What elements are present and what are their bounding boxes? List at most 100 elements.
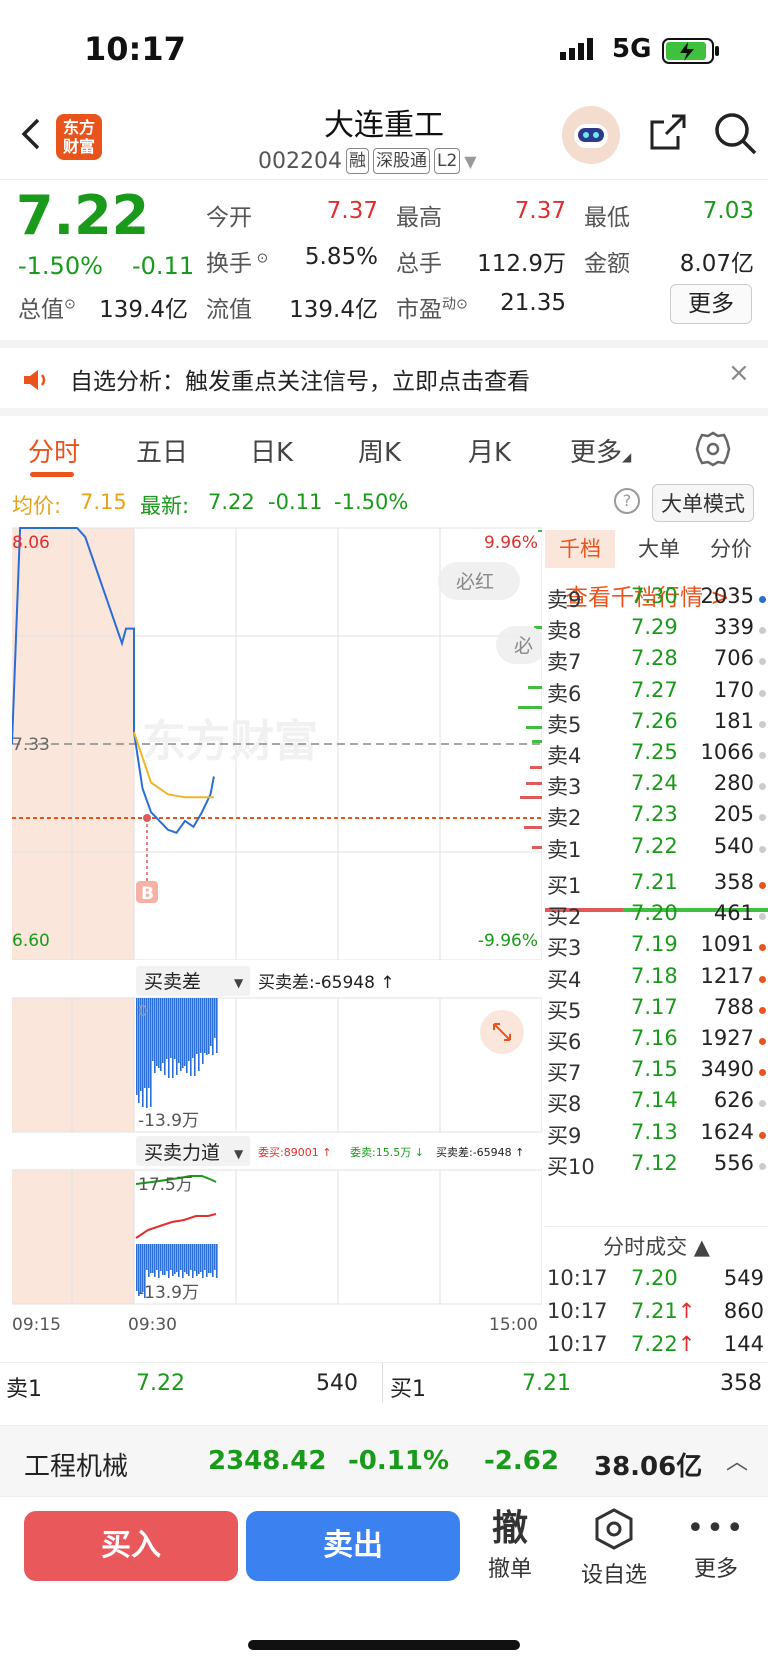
bid-price: 7.12: [631, 1150, 678, 1175]
dropdown-icon: ◢: [622, 450, 632, 464]
force-bar: [206, 1244, 208, 1277]
avg-label: 均价:: [12, 494, 62, 518]
search-icon[interactable]: [712, 110, 758, 156]
gear-icon[interactable]: [694, 430, 732, 468]
tag-margin: 融: [345, 148, 369, 174]
book-tab-big-order[interactable]: 大单: [629, 530, 689, 568]
force-bar: [168, 1244, 170, 1278]
tab-more[interactable]: 更多◢: [570, 432, 631, 469]
cancel-order-button[interactable]: 撤 撤单: [470, 1507, 550, 1583]
ask-volume: 205: [713, 802, 754, 827]
ask-price: 7.28: [631, 646, 678, 671]
force-bar: [202, 1244, 204, 1278]
trade-volume: 144: [723, 1332, 764, 1356]
svg-text:B: B: [141, 884, 154, 904]
value-turnover: 5.85%: [304, 244, 378, 270]
bid-price: 7.13: [631, 1119, 678, 1144]
buy-button[interactable]: 买入: [24, 1511, 238, 1581]
trade-volume: 860: [723, 1299, 764, 1323]
bid-row: 买2 7.20 461: [545, 901, 768, 932]
chevron-down-icon: ▼: [464, 151, 477, 171]
ask-order-dot: [759, 783, 766, 791]
stock-code-row[interactable]: 002204 融 深股通 L2 ▼: [258, 146, 477, 176]
force-bar: [190, 1244, 192, 1270]
bid-volume: 1091: [700, 932, 754, 957]
force-bar: [152, 1244, 154, 1273]
diff-bar: [202, 998, 204, 1064]
label-low: 最低: [584, 205, 630, 231]
pct-axis-bottom: -9.96%: [478, 931, 538, 951]
ask-price: 7.30: [631, 584, 678, 608]
ask-volume: 706: [713, 646, 754, 671]
tab-intraday[interactable]: 分时: [28, 432, 80, 469]
ask-level-label: 卖4: [547, 744, 582, 768]
more-actions-button[interactable]: ••• 更多: [676, 1507, 756, 1583]
bid-price: 7.21: [631, 870, 678, 894]
chevron-up-icon: ︿: [726, 1450, 749, 1475]
force-bar: [146, 1244, 148, 1270]
big-order-mode-button[interactable]: 大单模式: [652, 484, 754, 522]
sell-button[interactable]: 卖出: [246, 1511, 460, 1581]
bottom-buy-price: 7.21: [522, 1371, 571, 1396]
ask-volume: 339: [713, 615, 754, 640]
diff-bar: [154, 998, 156, 1073]
order-book: 千档 大单 分价 查看千档行情 > 卖9 7.30 2035 卖8 7.29 339 卖7 7…: [545, 526, 768, 1356]
diff-bar: [190, 998, 192, 1076]
stock-header: 东方 财富 大连重工 002204 融 深股通 L2 ▼: [0, 100, 768, 180]
tab-weekly-k[interactable]: 周K: [358, 432, 401, 469]
diff-bar: [210, 998, 212, 1046]
bid-row: 买7 7.15 3490: [545, 1057, 768, 1088]
ask-volume: 1066: [700, 740, 754, 764]
diff-bar: [162, 998, 164, 1063]
ask-price: 7.22: [631, 833, 678, 858]
bid-level-label: 买7: [547, 1061, 582, 1086]
panel2-value: 买卖差:-65948 ↑: [258, 973, 395, 993]
ask-volume: 280: [713, 771, 754, 796]
force-bar: [160, 1244, 162, 1271]
help-icon[interactable]: ?: [614, 488, 640, 514]
latest-label: 最新:: [140, 494, 190, 518]
bid-row: 买4 7.18 1217: [545, 964, 768, 995]
intraday-chart[interactable]: 东方财富 B 8.06 6.60 7.33 9.96% -9.96% 必红 必 …: [12, 526, 542, 1352]
ask-order-dot: [759, 658, 766, 666]
tab-five-day[interactable]: 五日: [136, 432, 188, 469]
sector-index: 2348.42: [208, 1446, 327, 1476]
notice-bar[interactable]: 自选分析：触发重点关注信号，立即点击查看 ×: [0, 340, 768, 408]
tab-daily-k[interactable]: 日K: [250, 432, 293, 469]
diff-bar: [184, 998, 186, 1066]
ask-price: 7.23: [631, 802, 678, 827]
watermark: 东方财富: [142, 716, 318, 767]
bid-volume: 358: [713, 870, 754, 894]
panel3-diff: 买卖差:-65948 ↑: [436, 1145, 524, 1159]
diff-bar: [178, 998, 180, 1063]
bid-order-dot: [759, 882, 766, 889]
latest-percent: -1.50%: [334, 490, 409, 514]
book-tab-depth[interactable]: 千档: [545, 530, 615, 568]
diff-bar: [216, 998, 218, 1053]
close-icon[interactable]: ×: [728, 358, 750, 388]
diff-bar: [158, 998, 160, 1068]
trade-row: 10:17 7.22↑ 144: [545, 1332, 768, 1363]
share-icon[interactable]: [646, 110, 690, 154]
diff-bar: [156, 998, 158, 1066]
assistant-robot-icon[interactable]: [562, 106, 620, 164]
bid-row: 买10 7.12 556: [545, 1151, 768, 1182]
tab-monthly-k[interactable]: 月K: [468, 432, 511, 469]
diff-bar: [186, 998, 188, 1073]
add-watchlist-button[interactable]: 设自选: [574, 1507, 654, 1589]
ask-level-label: 卖6: [547, 681, 582, 706]
ask-level-label: 卖1: [547, 837, 582, 862]
bid-volume: 1927: [700, 1026, 754, 1050]
ask-order-dot: [759, 627, 766, 635]
signal-icon: [560, 38, 593, 60]
diff-bar: [198, 998, 200, 1071]
sector-bar[interactable]: 工程机械 2348.42 -0.11% -2.62 38.06亿 ︿: [0, 1425, 768, 1497]
diff-bar: [172, 998, 174, 1078]
ask-row: 卖4 7.25 1066: [545, 740, 768, 771]
trades-header[interactable]: 分时成交 ▲: [545, 1226, 768, 1265]
panel2-min-label: -13.9万: [138, 1111, 199, 1131]
trade-time: 10:17: [547, 1266, 608, 1290]
diff-bar: [200, 998, 202, 1053]
more-fields-button[interactable]: 更多: [670, 284, 752, 324]
book-tab-price-dist[interactable]: 分价: [701, 530, 761, 568]
